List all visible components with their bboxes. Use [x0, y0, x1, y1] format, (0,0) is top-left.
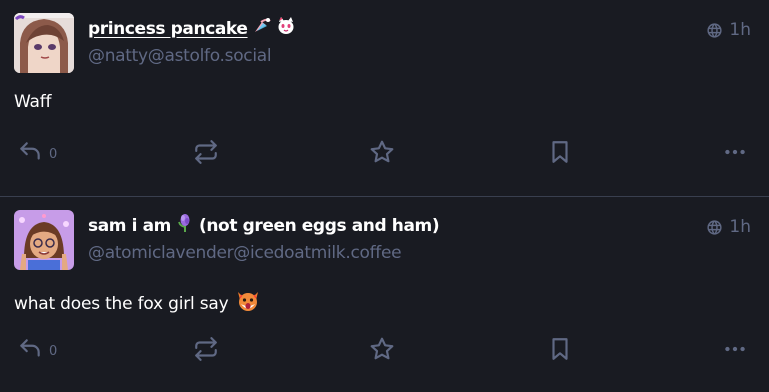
reply-count: 0 — [49, 343, 58, 359]
display-name-text[interactable]: sam i am — [88, 216, 171, 236]
bookmark-button[interactable] — [547, 140, 573, 168]
avatar[interactable] — [14, 210, 74, 270]
timeline-feed: princess pancake @natty@astolfo.social 1… — [0, 0, 769, 392]
lavender-flower-emoji — [175, 213, 195, 238]
star-icon — [369, 139, 395, 169]
status-meta[interactable]: 1h — [706, 217, 751, 237]
display-name-suffix[interactable]: (not green eggs and ham) — [199, 216, 440, 236]
status-post[interactable]: princess pancake @natty@astolfo.social 1… — [0, 0, 769, 196]
globe-icon — [706, 22, 723, 39]
star-icon — [369, 336, 395, 366]
trans-flag-emoji — [252, 16, 272, 41]
favourite-button[interactable] — [369, 337, 395, 365]
boost-icon — [193, 336, 219, 366]
cat-face-emoji — [276, 16, 296, 41]
more-button[interactable] — [722, 337, 748, 365]
boost-button[interactable] — [193, 140, 219, 168]
fox-emoji — [236, 289, 260, 318]
display-name[interactable]: princess pancake — [88, 16, 296, 41]
reply-icon — [17, 336, 43, 366]
action-bar: 0 — [0, 337, 769, 365]
reply-button[interactable]: 0 — [17, 140, 57, 168]
reply-icon — [17, 139, 43, 169]
account-handle[interactable]: @natty@astolfo.social — [88, 46, 272, 66]
reply-count: 0 — [49, 146, 58, 162]
boost-button[interactable] — [193, 337, 219, 365]
bookmark-icon — [547, 139, 573, 169]
status-post[interactable]: sam i am (not green eggs and ham) @atomi… — [0, 196, 769, 392]
display-name[interactable]: sam i am (not green eggs and ham) — [88, 213, 440, 238]
status-text: Waff — [14, 92, 52, 112]
timestamp[interactable]: 1h — [729, 20, 751, 40]
more-button[interactable] — [722, 140, 748, 168]
more-icon — [722, 336, 748, 366]
boost-icon — [193, 139, 219, 169]
more-icon — [722, 139, 748, 169]
account-handle[interactable]: @atomiclavender@icedoatmilk.coffee — [88, 243, 402, 263]
status-content: what does the fox girl say — [14, 289, 260, 318]
status-text: what does the fox girl say — [14, 293, 229, 314]
bookmark-button[interactable] — [547, 337, 573, 365]
status-meta[interactable]: 1h — [706, 20, 751, 40]
bookmark-icon — [547, 336, 573, 366]
globe-icon — [706, 219, 723, 236]
favourite-button[interactable] — [369, 140, 395, 168]
timestamp[interactable]: 1h — [729, 217, 751, 237]
reply-button[interactable]: 0 — [17, 337, 57, 365]
avatar[interactable] — [14, 13, 74, 73]
display-name-text[interactable]: princess pancake — [88, 19, 248, 39]
action-bar: 0 — [0, 140, 769, 168]
status-content: Waff — [14, 92, 52, 112]
